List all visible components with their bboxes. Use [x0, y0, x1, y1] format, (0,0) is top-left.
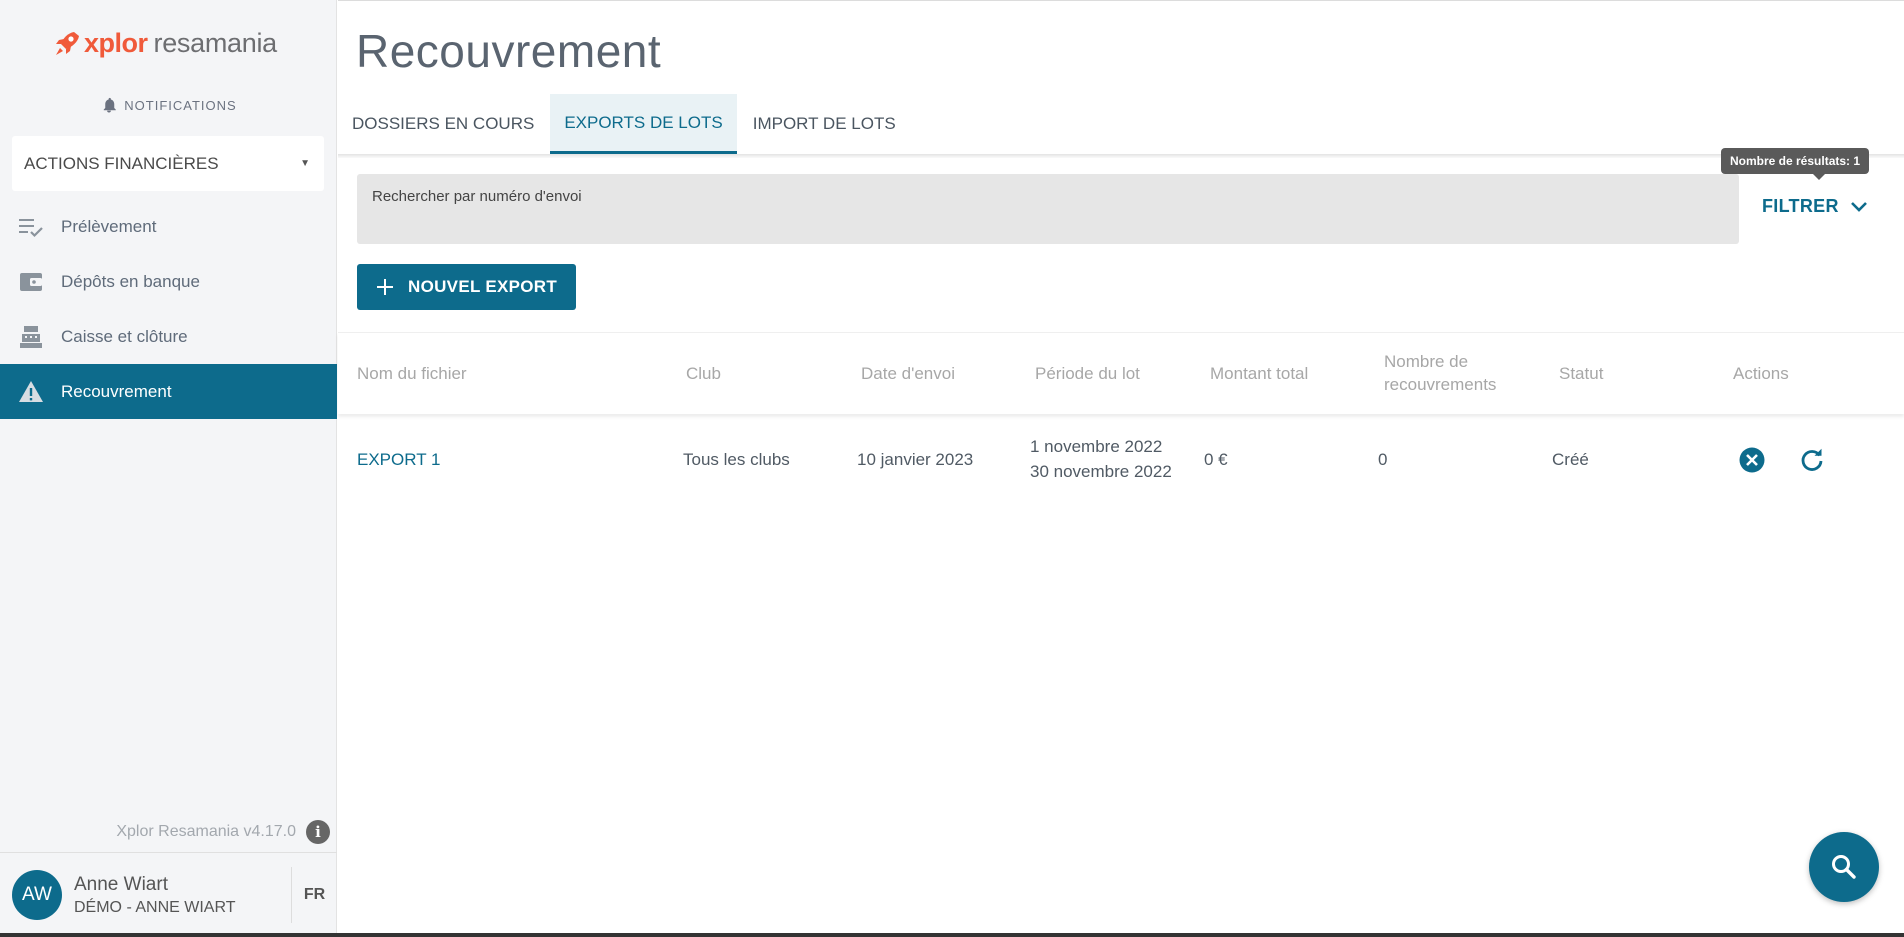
column-header-club[interactable]: Club	[686, 333, 721, 415]
column-header-amount[interactable]: Montant total	[1210, 333, 1308, 415]
section-select-value: ACTIONS FINANCIÈRES	[24, 153, 219, 173]
column-header-period[interactable]: Période du lot	[1035, 333, 1140, 415]
cash-register-icon	[20, 325, 42, 348]
tab-bar-shadow	[338, 154, 1904, 158]
user-info: Anne Wiart DÉMO - ANNE WIART	[74, 874, 282, 917]
sidebar-item-label: Dépôts en banque	[61, 271, 200, 291]
brand-logo[interactable]: xplor resamania	[52, 28, 277, 59]
filter-button[interactable]: FILTRER	[1762, 196, 1869, 217]
cell-amount: 0 €	[1204, 449, 1228, 469]
app-version: Xplor Resamania v4.17.0 i	[116, 820, 330, 844]
main-content: Recouvrement DOSSIERS EN COURS EXPORTS D…	[338, 0, 1904, 937]
table-row: EXPORT 1 Tous les clubs 10 janvier 2023 …	[338, 418, 1904, 502]
tab-exports-de-lots[interactable]: EXPORTS DE LOTS	[550, 94, 737, 154]
user-name: Anne Wiart	[74, 873, 168, 895]
sidebar-item-prelevement[interactable]: Prélèvement	[0, 199, 337, 254]
filter-label: FILTRER	[1762, 196, 1839, 216]
cell-send-date: 10 janvier 2023	[857, 449, 974, 469]
sidebar-item-depots[interactable]: Dépôts en banque	[0, 254, 337, 309]
cancel-export-button[interactable]	[1738, 418, 1766, 502]
top-divider	[338, 0, 1904, 1]
sidebar-item-label: Recouvrement	[61, 381, 172, 401]
logo-text-xplor: xplor	[84, 28, 148, 58]
sidebar: xplor resamania NOTIFICATIONS ACTIONS FI…	[0, 0, 337, 937]
section-select[interactable]: ACTIONS FINANCIÈRES ▼	[12, 136, 324, 191]
sidebar-item-caisse[interactable]: Caisse et clôture	[0, 309, 337, 364]
info-icon[interactable]: i	[306, 820, 330, 844]
search-placeholder: Rechercher par numéro d'envoi	[372, 188, 582, 205]
column-header-count-text: Nombre de recouvrements	[1384, 351, 1496, 397]
notifications-label: NOTIFICATIONS	[124, 97, 237, 113]
wallet-icon	[20, 272, 42, 291]
window-bottom-edge	[0, 933, 1904, 937]
floating-search-button[interactable]	[1809, 832, 1879, 902]
caret-down-icon: ▼	[300, 158, 310, 169]
cell-club: Tous les clubs	[683, 449, 790, 469]
table-header: Nom du fichier Club Date d'envoi Période…	[338, 332, 1904, 414]
refresh-icon	[1801, 448, 1823, 471]
period-start: 1 novembre 2022	[1030, 437, 1163, 457]
column-header-count-line2: recouvrements	[1384, 375, 1497, 394]
tab-bar: DOSSIERS EN COURS EXPORTS DE LOTS IMPORT…	[338, 94, 912, 154]
sidebar-nav: Prélèvement Dépôts en banque Caisse et c…	[0, 199, 337, 419]
avatar: AW	[12, 870, 62, 920]
checklist-icon	[19, 218, 43, 237]
logo-text-resamania: resamania	[153, 28, 278, 58]
results-count-tooltip: Nombre de résultats: 1	[1721, 148, 1870, 180]
tab-dossiers-en-cours[interactable]: DOSSIERS EN COURS	[338, 94, 548, 154]
sidebar-item-label: Caisse et clôture	[61, 326, 188, 346]
column-header-date[interactable]: Date d'envoi	[861, 333, 955, 415]
warning-icon	[19, 380, 43, 402]
sidebar-item-recouvrement[interactable]: Recouvrement	[0, 364, 337, 419]
cell-file-name[interactable]: EXPORT 1	[357, 418, 440, 502]
user-organization: DÉMO - ANNE WIART	[74, 898, 236, 916]
language-switch[interactable]: FR	[291, 867, 337, 923]
plus-icon	[377, 279, 393, 295]
period-end: 30 novembre 2022	[1030, 462, 1172, 481]
tab-import-de-lots[interactable]: IMPORT DE LOTS	[739, 94, 910, 154]
column-header-file[interactable]: Nom du fichier	[357, 333, 467, 415]
rocket-icon	[56, 31, 79, 55]
new-export-label: NOUVEL EXPORT	[408, 277, 558, 296]
column-header-count[interactable]: Nombre de recouvrements	[1384, 333, 1514, 415]
sidebar-item-label: Prélèvement	[61, 216, 157, 236]
page-title: Recouvrement	[356, 25, 662, 77]
version-text: Xplor Resamania v4.17.0	[116, 823, 296, 840]
column-header-status[interactable]: Statut	[1559, 333, 1603, 415]
search-icon	[1832, 855, 1856, 879]
refresh-export-button[interactable]	[1798, 418, 1826, 502]
user-panel[interactable]: AW Anne Wiart DÉMO - ANNE WIART FR	[0, 852, 337, 937]
notifications-link[interactable]: NOTIFICATIONS	[0, 96, 337, 114]
status-badge: Créé	[1552, 449, 1589, 469]
column-header-actions: Actions	[1733, 363, 1789, 383]
column-header-count-line1: Nombre de	[1384, 352, 1469, 372]
bell-icon	[104, 97, 117, 113]
cell-period: 1 novembre 2022 30 novembre 2022	[1030, 418, 1172, 502]
new-export-button[interactable]: NOUVEL EXPORT	[357, 264, 577, 310]
search-input[interactable]: Rechercher par numéro d'envoi	[357, 174, 1739, 244]
chevron-down-icon	[1850, 201, 1867, 212]
cell-count: 0	[1378, 449, 1388, 469]
close-circle-icon	[1739, 447, 1765, 473]
